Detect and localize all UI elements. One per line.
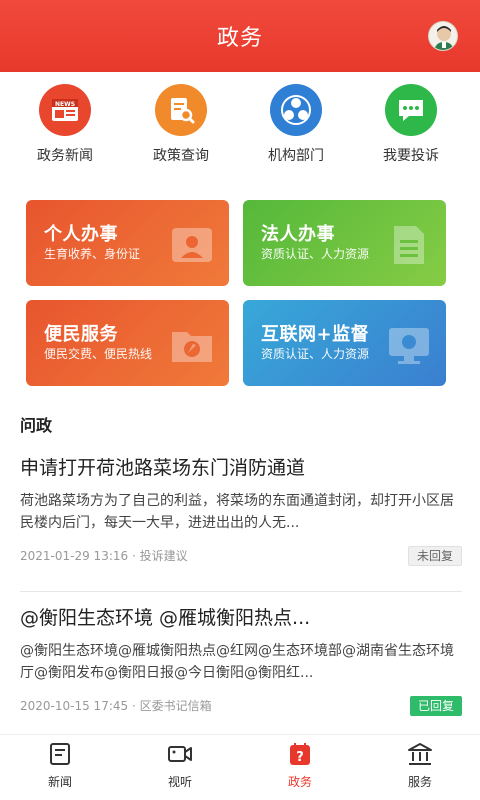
card-legal-person-affairs[interactable]: 法人办事 资质认证、人力资源 bbox=[243, 200, 446, 286]
card-convenience-services[interactable]: 便民服务 便民交费、便民热线 bbox=[26, 300, 229, 386]
monitor-icon bbox=[389, 328, 429, 364]
quick-link-label: 我要投诉 bbox=[383, 148, 439, 164]
post-item[interactable]: 申请打开荷池路菜场东门消防通道 荷池路菜场方为了自己的利益，将菜场的东面通道封闭… bbox=[20, 454, 462, 566]
card-title: 法人办事 bbox=[261, 224, 335, 245]
quick-links-row: NEWS 政务新闻 政策查询 机构部门 我要投诉 bbox=[0, 84, 480, 170]
card-subtitle: 生育收养、身份证 bbox=[44, 247, 141, 261]
video-camera-icon bbox=[168, 746, 192, 762]
status-badge: 未回复 bbox=[407, 546, 462, 566]
folder-compass-icon bbox=[172, 332, 212, 362]
document-icon bbox=[394, 226, 424, 264]
page-title: 政务 bbox=[216, 26, 263, 51]
news-icon: NEWS bbox=[39, 84, 91, 136]
tab-services[interactable]: 服务 bbox=[360, 735, 480, 800]
card-internet-supervision[interactable]: 互联网+监督 资质认证、人力资源 bbox=[243, 300, 446, 386]
card-personal-affairs[interactable]: 个人办事 生育收养、身份证 bbox=[26, 200, 229, 286]
section-title-inquiry: 问政 bbox=[20, 416, 53, 435]
government-affairs-icon: ? bbox=[290, 743, 310, 765]
tab-video[interactable]: 视听 bbox=[120, 735, 240, 800]
post-date-category: 2021-01-29 13:16 · 投诉建议 bbox=[20, 549, 188, 563]
id-card-icon bbox=[172, 228, 212, 262]
card-subtitle: 资质认证、人力资源 bbox=[261, 347, 370, 361]
post-title: @衡阳生态环境 @雁城衡阳热点... bbox=[20, 607, 311, 629]
quick-link-complaint[interactable]: 我要投诉 bbox=[361, 84, 461, 165]
policy-search-icon bbox=[155, 84, 207, 136]
tab-label: 服务 bbox=[407, 775, 432, 789]
bottom-tab-bar: 新闻 视听 ? 政务 服务 bbox=[0, 734, 480, 800]
status-badge: 已回复 bbox=[409, 696, 462, 716]
card-title: 互联网+监督 bbox=[261, 324, 370, 345]
tab-news[interactable]: 新闻 bbox=[0, 735, 120, 800]
post-body: 荷池路菜场方为了自己的利益，将菜场的东面通道封闭，却打开小区居民楼内后门，每天一… bbox=[20, 493, 454, 531]
post-body: @衡阳生态环境@雁城衡阳热点@红网@生态环境部@湖南省生态环境厅@衡阳发布@衡阳… bbox=[20, 643, 454, 681]
service-building-icon bbox=[408, 743, 432, 765]
user-avatar[interactable] bbox=[428, 21, 458, 51]
card-title: 个人办事 bbox=[44, 224, 118, 245]
svg-text:?: ? bbox=[296, 750, 304, 765]
post-title: 申请打开荷池路菜场东门消防通道 bbox=[20, 457, 306, 479]
card-title: 便民服务 bbox=[44, 324, 118, 345]
post-item[interactable]: @衡阳生态环境 @雁城衡阳热点... @衡阳生态环境@雁城衡阳热点@红网@生态环… bbox=[20, 604, 462, 716]
tab-label: 视听 bbox=[167, 775, 192, 789]
quick-link-label: 机构部门 bbox=[268, 148, 324, 164]
tab-government-affairs[interactable]: ? 政务 bbox=[240, 735, 360, 800]
post-meta: 2020-10-15 17:45 · 区委书记信箱 已回复 bbox=[20, 696, 462, 716]
complaint-chat-icon bbox=[385, 84, 437, 136]
news-doc-icon bbox=[50, 743, 70, 765]
quick-link-gov-news[interactable]: NEWS 政务新闻 bbox=[15, 84, 115, 165]
tab-label: 政务 bbox=[287, 775, 312, 789]
quick-link-policy-search[interactable]: 政策查询 bbox=[131, 84, 231, 165]
top-header: 政务 bbox=[0, 0, 480, 72]
quick-link-label: 政务新闻 bbox=[37, 148, 93, 164]
quick-link-label: 政策查询 bbox=[153, 148, 209, 164]
quick-link-organizations[interactable]: 机构部门 bbox=[246, 84, 346, 165]
organization-icon bbox=[270, 84, 322, 136]
svg-text:NEWS: NEWS bbox=[55, 101, 75, 108]
post-meta: 2021-01-29 13:16 · 投诉建议 未回复 bbox=[20, 546, 462, 566]
card-subtitle: 便民交费、便民热线 bbox=[44, 347, 153, 361]
card-subtitle: 资质认证、人力资源 bbox=[261, 247, 370, 261]
divider bbox=[20, 591, 462, 592]
tab-label: 新闻 bbox=[47, 775, 72, 789]
post-date-category: 2020-10-15 17:45 · 区委书记信箱 bbox=[20, 699, 212, 713]
